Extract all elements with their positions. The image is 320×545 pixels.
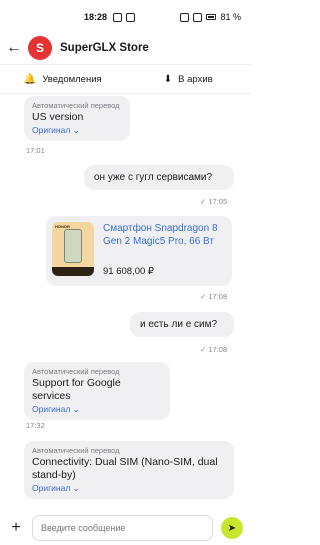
auto-translate-label: Автоматический перевод [32,367,120,376]
status-time: 18:28 [84,12,108,22]
message-time: ✓ 17:08 [200,292,228,301]
message-text: US version [32,111,84,123]
signal-icon [180,12,190,22]
product-title[interactable]: Смартфон Snapdragon 8 Gen 2 Magic5 Pro, … [103,222,227,248]
store-name[interactable]: SuperGLX Store [60,42,149,54]
message-time: ✓ 17:05 [200,197,228,206]
outgoing-message: и есть ли е сим? [130,312,234,337]
battery-icon [206,14,217,20]
message-text: Support for Google services [32,377,121,402]
message-text: Connectivity: Dual SIM (Nano-SIM, dual s… [32,456,218,481]
bell-icon: 🔔 [23,73,37,85]
phone-graphic [64,229,82,263]
notifications-label: Уведомления [42,73,102,85]
incoming-message: Автоматический перевод Support for Googl… [24,362,170,420]
incoming-message: Автоматический перевод US version Оригин… [24,96,130,141]
message-time: ✓ 17:08 [200,345,228,354]
product-image: HONOR [52,222,94,276]
status-bar: 18:28 81 % [0,0,251,34]
product-price: 91 608,00 ₽ [103,266,154,277]
original-toggle[interactable]: Оригинал ⌄ [32,483,226,494]
auto-translate-label: Автоматический перевод [32,446,120,455]
message-input-wrap[interactable] [32,515,213,541]
message-text: он уже с гугл сервисами? [94,172,213,183]
message-composer: + ➤ [0,511,251,545]
product-image-strip [52,267,94,276]
chat-header: ← S SuperGLX Store [0,34,251,62]
original-toggle[interactable]: Оригинал ⌄ [32,125,122,136]
notifications-button[interactable]: 🔔 Уведомления [0,65,126,93]
archive-label: В архив [178,73,213,85]
product-card[interactable]: HONOR Смартфон Snapdragon 8 Gen 2 Magic5… [46,216,232,286]
archive-icon: ⬇ [163,73,173,85]
back-arrow-icon[interactable]: ← [6,39,22,57]
wifi-icon [193,12,203,22]
message-time: 17:32 [26,421,45,430]
incoming-message: Автоматический перевод Connectivity: Dua… [24,441,234,499]
status-right: 81 % [180,12,241,22]
send-icon[interactable]: ➤ [221,517,243,539]
battery-level: 81 % [220,12,241,22]
outgoing-message: он уже с гугл сервисами? [84,165,234,190]
chat-messages[interactable]: Автоматический перевод US version Оригин… [0,94,251,509]
archive-button[interactable]: ⬇ В архив [126,65,252,93]
message-input[interactable] [41,523,204,533]
status-icons [113,12,180,22]
original-toggle[interactable]: Оригинал ⌄ [32,404,162,415]
auto-translate-label: Автоматический перевод [32,101,120,110]
message-time: 17:01 [26,146,45,155]
chat-actions-bar: 🔔 Уведомления ⬇ В архив [0,64,251,94]
notification-icon [113,12,123,22]
attach-plus-icon[interactable]: + [8,520,24,536]
store-logo[interactable]: S [28,36,52,60]
message-text: и есть ли е сим? [140,319,218,330]
app-icon [126,12,136,22]
